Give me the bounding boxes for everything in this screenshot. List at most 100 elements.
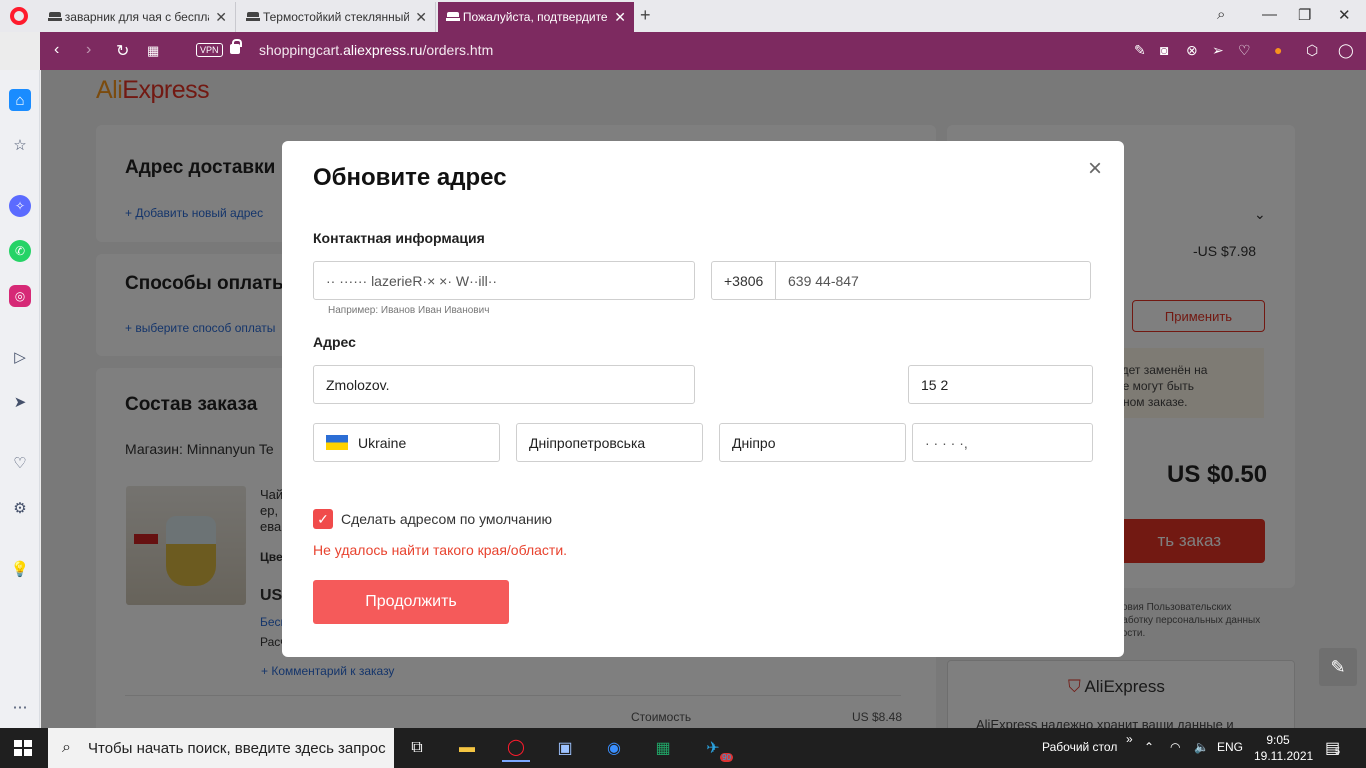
tray-up-icon[interactable]: ⌃ [1144,740,1154,754]
region-value: Дніпропетровська [529,434,646,451]
favorites-heart-icon[interactable]: ♡ [9,452,31,474]
app-circle-icon[interactable]: ◉ [600,734,628,762]
network-app-icon[interactable]: ▣ [551,734,579,762]
date: 19.11.2021 [1254,749,1314,763]
default-address-checkbox[interactable]: ✓ [313,509,333,529]
tab-close-icon[interactable]: ✕ [614,9,626,26]
private-tab-icon [246,12,260,22]
tab-close-icon[interactable]: ✕ [415,9,427,26]
profile-icon[interactable]: ◯ [1338,42,1354,59]
instagram-icon[interactable]: ◎ [9,285,31,307]
url-field[interactable]: shoppingcart.aliexpress.ru/orders.htm [259,42,493,58]
phone-number: 639 44-847 [788,273,859,289]
city-select[interactable]: Дніпро [719,423,906,462]
search-placeholder: Чтобы начать поиск, введите здесь запрос [88,739,386,757]
tabs-grid-icon[interactable]: ▦ [147,43,159,59]
search-icon: ⌕ [62,739,71,756]
tab-title: Термостойкий стеклянный [262,10,410,24]
desktop-label[interactable]: Рабочий стол [1042,740,1117,754]
wifi-icon[interactable]: ◠ [1170,740,1180,754]
file-explorer-icon[interactable]: ▬ [453,734,481,762]
opera-sidebar: ⌂ ☆ ✧ ✆ ◎ ▷ ➤ ♡ ⚙ 💡 ⋯ [0,70,40,728]
pen-icon[interactable]: ✎ [1319,648,1357,686]
notification-icon[interactable]: ▤ 5 [1325,738,1340,758]
private-tab-icon [48,12,62,22]
tab-teapot-2[interactable]: Термостойкий стеклянный ✕ [238,2,436,32]
search-tabs-icon[interactable]: ⌕ [1217,6,1225,23]
street-value: Zmolozov. [326,376,390,393]
update-address-modal: Обновите адрес × Контактная информация ·… [282,141,1124,657]
modal-title: Обновите адрес [313,164,507,191]
default-address-label[interactable]: Сделать адресом по умолчанию [341,511,552,527]
tab-strip: заварник для чая с беспла ✕ Термостойкий… [0,0,1366,32]
firefox-extension-icon[interactable]: ● [1274,42,1282,58]
adblock-icon[interactable]: ⊗ [1186,42,1198,59]
forward-icon[interactable]: › [86,41,91,59]
ukraine-flag-icon [326,435,348,450]
tab-title: заварник для чая с беспла [64,10,210,24]
region-error-message: Не удалось найти такого края/области. [313,542,568,558]
close-icon[interactable]: × [1088,155,1102,183]
house-value: 15 2 [921,376,949,393]
heart-icon[interactable]: ♡ [1238,42,1251,59]
private-tab-icon [446,12,460,22]
minimize-icon[interactable]: — [1262,6,1277,23]
country-select[interactable]: Ukraine [313,423,500,462]
volume-icon[interactable]: 🔈 [1194,740,1209,754]
zip-input[interactable]: · · · · ·, [912,423,1093,462]
windows-taskbar: ⌕ Чтобы начать поиск, введите здесь запр… [0,728,1366,768]
vpn-badge[interactable]: VPN [196,43,223,57]
phone-input[interactable]: +3806 639 44-847 [711,261,1091,300]
house-input[interactable]: 15 2 [908,365,1093,404]
close-window-icon[interactable]: ✕ [1338,6,1351,24]
zip-value: · · · · ·, [925,434,968,451]
phone-code[interactable]: +3806 [712,262,776,299]
task-view-icon[interactable]: ⧉ [403,734,431,762]
tab-confirm-order[interactable]: Пожалуйста, подтвердите ✕ [438,2,634,32]
notif-count: 5 [1335,746,1341,756]
contact-section-title: Контактная информация [313,230,485,246]
address-section-title: Адрес [313,334,356,350]
region-select[interactable]: Дніпропетровська [516,423,703,462]
city-value: Дніпро [732,434,776,451]
tab-teapot-1[interactable]: заварник для чая с беспла ✕ [40,2,236,32]
back-icon[interactable]: ‹ [54,41,59,59]
new-tab-button[interactable]: + [640,5,651,26]
send-icon[interactable]: ➢ [1212,42,1224,59]
flow-icon[interactable]: ➤ [9,391,31,413]
restore-icon[interactable]: ❐ [1298,6,1311,24]
name-hint: Например: Иванов Иван Иванович [328,305,490,316]
edit-icon[interactable]: ✎ [1134,42,1146,59]
tips-bulb-icon[interactable]: 💡 [9,558,31,580]
telegram-badge: 90 [720,753,733,762]
reload-icon[interactable]: ↻ [116,41,129,61]
clock[interactable]: 9:05 19.11.2021 [1254,732,1314,764]
tab-title: Пожалуйста, подтвердите [462,10,608,24]
player-icon[interactable]: ▷ [9,346,31,368]
name-value: ·· ······ lazerieR·× ×· W··ill·· [326,272,498,289]
lock-icon[interactable] [230,39,242,54]
street-input[interactable]: Zmolozov. [313,365,695,404]
excel-icon[interactable]: ▦ [649,734,677,762]
continue-button[interactable]: Продолжить [313,580,509,624]
settings-gear-icon[interactable]: ⚙ [9,497,31,519]
tab-close-icon[interactable]: ✕ [215,9,227,26]
country-value: Ukraine [358,434,407,451]
camera-icon[interactable]: ◙ [1160,42,1168,58]
windows-start-icon[interactable] [14,740,32,756]
messenger-icon[interactable]: ✧ [9,195,31,217]
taskbar-search[interactable]: ⌕ Чтобы начать поиск, введите здесь запр… [48,728,394,768]
desktop-chevron-icon[interactable]: » [1126,732,1133,746]
cube-icon[interactable]: ⬡ [1306,42,1318,59]
name-input[interactable]: ·· ······ lazerieR·× ×· W··ill·· [313,261,695,300]
opera-logo-icon[interactable] [10,7,28,25]
home-icon[interactable]: ⌂ [9,89,31,111]
whatsapp-icon[interactable]: ✆ [9,240,31,262]
address-bar: ‹ › ↻ ▦ VPN shoppingcart.aliexpress.ru/o… [40,32,1366,70]
language-indicator[interactable]: ENG [1217,740,1243,754]
telegram-icon[interactable]: ✈ 90 [699,734,733,762]
opera-taskbar-icon[interactable]: ◯ [502,734,530,762]
bookmarks-icon[interactable]: ☆ [9,134,31,156]
more-icon[interactable]: ⋯ [9,696,31,718]
time: 9:05 [1266,733,1290,747]
